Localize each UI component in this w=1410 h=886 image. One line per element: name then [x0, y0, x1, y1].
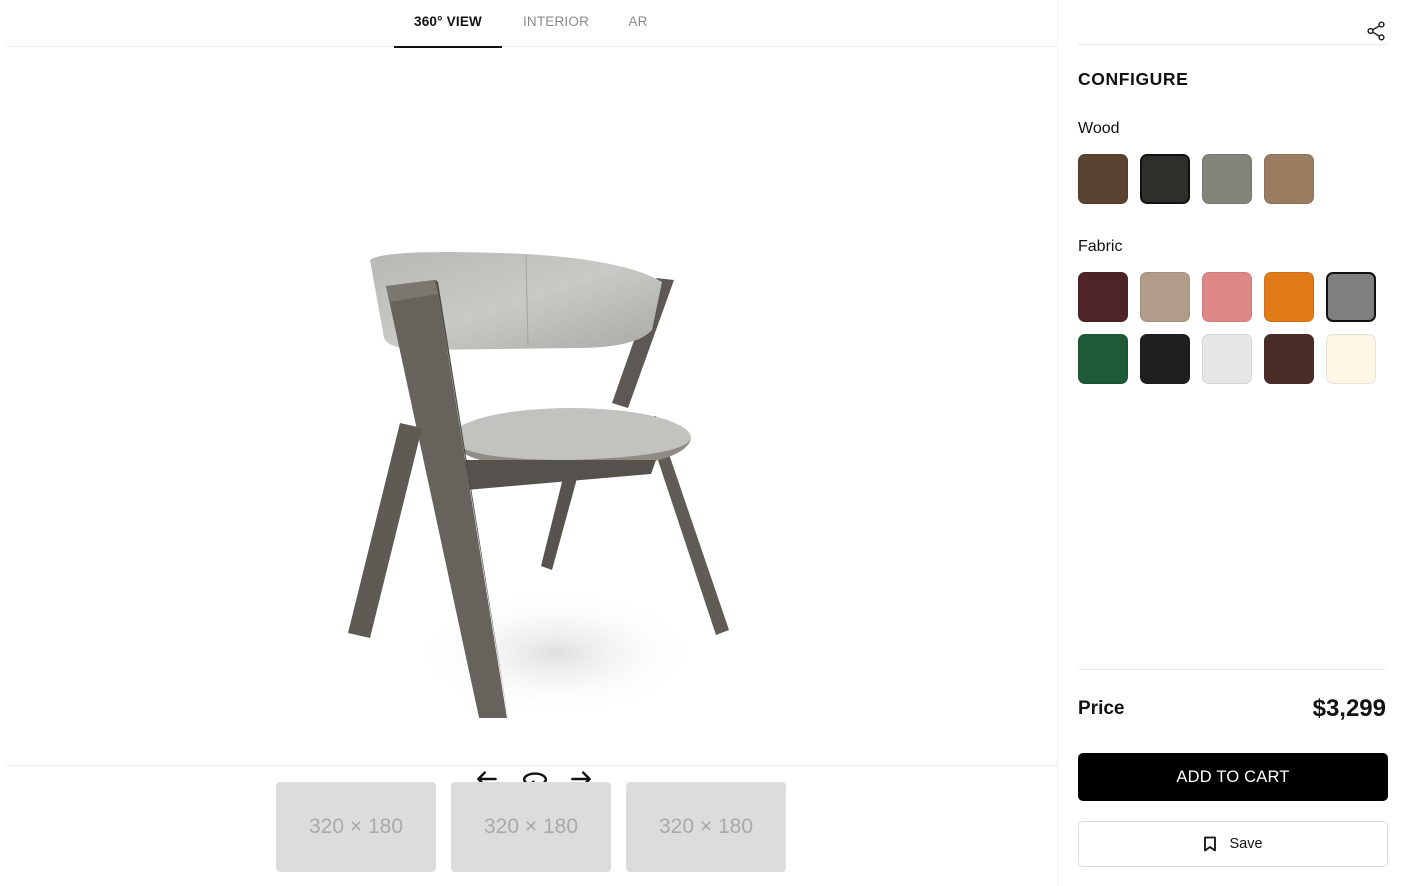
price-label: Price: [1078, 698, 1125, 719]
fabric-swatch[interactable]: [1140, 334, 1190, 384]
configure-title: CONFIGURE: [1078, 69, 1189, 89]
fabric-label: Fabric: [1078, 238, 1123, 255]
fabric-swatch[interactable]: [1264, 272, 1314, 322]
thumbnail[interactable]: 320 × 180: [276, 782, 436, 872]
thumbnail[interactable]: 320 × 180: [626, 782, 786, 872]
configure-panel: CONFIGURE Wood Fabric Price $3,299 ADD T…: [1057, 0, 1410, 886]
fabric-swatch[interactable]: [1326, 334, 1376, 384]
product-viewer: 360° VIEW INTERIOR AR 320 × 180 320 × 18…: [6, 0, 1057, 886]
panel-header: [1078, 0, 1387, 45]
thumbnail-strip: 320 × 180 320 × 180 320 × 180: [276, 782, 796, 872]
save-button[interactable]: Save: [1078, 821, 1388, 867]
viewer-stage[interactable]: [6, 48, 1057, 789]
view-tabs: 360° VIEW INTERIOR AR: [6, 0, 1057, 48]
tab-360-view[interactable]: 360° VIEW: [394, 0, 502, 48]
bookmark-icon: [1204, 836, 1217, 852]
wood-swatch[interactable]: [1264, 154, 1314, 204]
save-label: Save: [1229, 836, 1263, 852]
thumbnail[interactable]: 320 × 180: [451, 782, 611, 872]
share-icon[interactable]: [1365, 20, 1387, 42]
wood-swatch[interactable]: [1140, 154, 1190, 204]
fabric-swatch[interactable]: [1140, 272, 1190, 322]
fabric-swatch[interactable]: [1078, 334, 1128, 384]
fabric-swatch[interactable]: [1264, 334, 1314, 384]
tab-ar[interactable]: AR: [618, 0, 658, 47]
add-to-cart-button[interactable]: ADD TO CART: [1078, 753, 1388, 801]
fabric-swatch[interactable]: [1202, 272, 1252, 322]
chair-product-image[interactable]: [326, 198, 746, 718]
wood-swatch[interactable]: [1078, 154, 1128, 204]
divider: [1078, 669, 1387, 670]
fabric-swatch[interactable]: [1326, 272, 1376, 322]
fabric-swatch[interactable]: [1078, 272, 1128, 322]
tab-interior[interactable]: INTERIOR: [511, 0, 601, 47]
wood-label: Wood: [1078, 120, 1120, 137]
price-value: $3,299: [1312, 695, 1386, 722]
wood-swatch[interactable]: [1202, 154, 1252, 204]
fabric-swatch[interactable]: [1202, 334, 1252, 384]
